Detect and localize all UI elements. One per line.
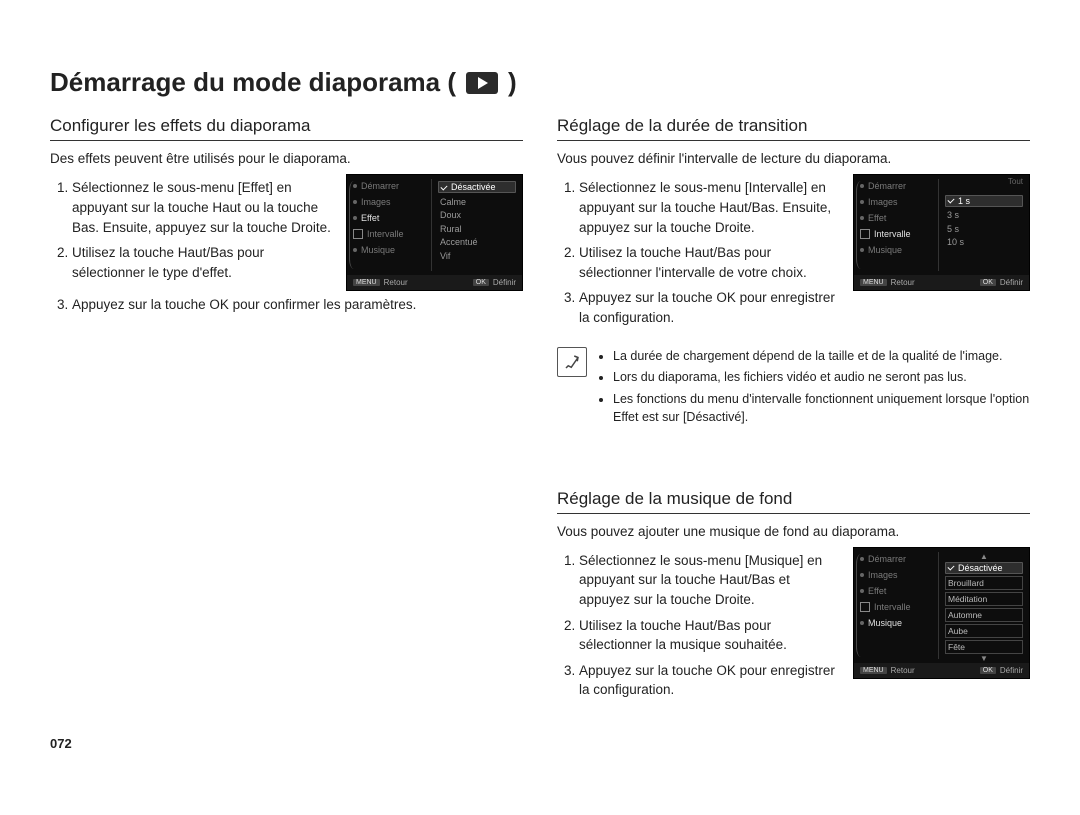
effects-step-2: Utilisez la touche Haut/Bas pour sélecti… bbox=[72, 243, 332, 282]
menu-item: Démarrer bbox=[353, 181, 431, 191]
note-item: Les fonctions du menu d'intervalle fonct… bbox=[613, 390, 1030, 426]
menu-item: Musique bbox=[353, 245, 431, 255]
menu-item-active: Musique bbox=[860, 618, 938, 628]
effects-intro: Des effets peuvent être utilisés pour le… bbox=[50, 151, 523, 166]
menu-item: Effet bbox=[860, 213, 938, 223]
option-selected: Désactivée bbox=[438, 181, 516, 193]
footer-back: MENURetour bbox=[860, 666, 915, 675]
option: 3 s bbox=[945, 210, 1023, 220]
chevron-down-icon: ▼ bbox=[945, 656, 1023, 662]
footer-ok: OKDéfinir bbox=[980, 666, 1023, 675]
note-list: La durée de chargement dépend de la tail… bbox=[597, 347, 1030, 429]
option: Calme bbox=[438, 197, 516, 207]
transition-step-2: Utilisez la touche Haut/Bas pour sélecti… bbox=[579, 243, 839, 282]
option: 5 s bbox=[945, 224, 1023, 234]
footer-ok: OKDéfinir bbox=[980, 278, 1023, 287]
transition-step-3: Appuyez sur la touche OK pour enregistre… bbox=[579, 288, 839, 327]
menu-item-active: Effet bbox=[353, 213, 431, 223]
option: Méditation bbox=[945, 592, 1023, 606]
chevron-up-icon: ▲ bbox=[945, 554, 1023, 560]
menu-item: Images bbox=[860, 570, 938, 580]
check-icon bbox=[948, 197, 955, 204]
note-block: La durée de chargement dépend de la tail… bbox=[557, 347, 1030, 429]
music-step-3: Appuyez sur la touche OK pour enregistre… bbox=[579, 661, 839, 700]
option-selected: Désactivée bbox=[945, 562, 1023, 574]
note-icon bbox=[557, 347, 587, 377]
option: Aube bbox=[945, 624, 1023, 638]
music-steps: Sélectionnez le sous-menu [Musique] en a… bbox=[557, 551, 839, 700]
section-heading-music: Réglage de la musique de fond bbox=[557, 489, 1030, 514]
option: 10 s bbox=[945, 237, 1023, 247]
transition-steps: Sélectionnez le sous-menu [Intervalle] e… bbox=[557, 178, 839, 327]
footer-back: MENURetour bbox=[860, 278, 915, 287]
camera-screen-effects: Démarrer Images Effet Intervalle Musique… bbox=[346, 174, 523, 291]
page-title: Démarrage du mode diaporama ( ) bbox=[50, 67, 1030, 98]
option: Rural bbox=[438, 224, 516, 234]
check-icon bbox=[441, 184, 448, 191]
option: Accentué bbox=[438, 237, 516, 247]
effects-step-1: Sélectionnez le sous-menu [Effet] en app… bbox=[72, 178, 332, 237]
option: Brouillard bbox=[945, 576, 1023, 590]
option: Doux bbox=[438, 210, 516, 220]
option: Automne bbox=[945, 608, 1023, 622]
menu-item: Démarrer bbox=[860, 554, 938, 564]
music-step-1: Sélectionnez le sous-menu [Musique] en a… bbox=[579, 551, 839, 610]
camera-screen-interval: Démarrer Images Effet Intervalle Musique… bbox=[853, 174, 1030, 291]
right-column: Réglage de la durée de transition Vous p… bbox=[557, 116, 1030, 705]
transition-intro: Vous pouvez définir l'intervalle de lect… bbox=[557, 151, 1030, 166]
manual-page: Démarrage du mode diaporama ( ) Configur… bbox=[0, 0, 1080, 781]
effects-step-3: Appuyez sur la touche OK pour confirmer … bbox=[72, 295, 523, 315]
title-prefix: Démarrage du mode diaporama ( bbox=[50, 67, 456, 98]
option-selected: 1 s bbox=[945, 195, 1023, 207]
note-item: Lors du diaporama, les fichiers vidéo et… bbox=[613, 368, 1030, 386]
menu-item: Intervalle bbox=[860, 602, 938, 612]
footer-ok: OKDéfinir bbox=[473, 278, 516, 287]
camera-screen-music: Démarrer Images Effet Intervalle Musique… bbox=[853, 547, 1030, 679]
option: Fête bbox=[945, 640, 1023, 654]
effects-steps: Sélectionnez le sous-menu [Effet] en app… bbox=[50, 178, 332, 282]
menu-item: Démarrer bbox=[860, 181, 938, 191]
note-item: La durée de chargement dépend de la tail… bbox=[613, 347, 1030, 365]
page-number: 072 bbox=[50, 736, 1030, 751]
effects-steps-cont: Appuyez sur la touche OK pour confirmer … bbox=[50, 295, 523, 315]
menu-item: Musique bbox=[860, 245, 938, 255]
music-step-2: Utilisez la touche Haut/Bas pour sélecti… bbox=[579, 616, 839, 655]
menu-item: Effet bbox=[860, 586, 938, 596]
menu-item: Images bbox=[353, 197, 431, 207]
menu-item-active: Intervalle bbox=[860, 229, 938, 239]
section-heading-transition: Réglage de la durée de transition bbox=[557, 116, 1030, 141]
music-intro: Vous pouvez ajouter une musique de fond … bbox=[557, 524, 1030, 539]
section-heading-effects: Configurer les effets du diaporama bbox=[50, 116, 523, 141]
menu-item: Images bbox=[860, 197, 938, 207]
title-suffix: ) bbox=[508, 67, 517, 98]
menu-item: Intervalle bbox=[353, 229, 431, 239]
play-icon bbox=[466, 72, 498, 94]
check-icon bbox=[948, 564, 955, 571]
option: Vif bbox=[438, 251, 516, 261]
topright-label: Tout bbox=[1008, 177, 1023, 186]
transition-step-1: Sélectionnez le sous-menu [Intervalle] e… bbox=[579, 178, 839, 237]
footer-back: MENURetour bbox=[353, 278, 408, 287]
left-column: Configurer les effets du diaporama Des e… bbox=[50, 116, 523, 705]
